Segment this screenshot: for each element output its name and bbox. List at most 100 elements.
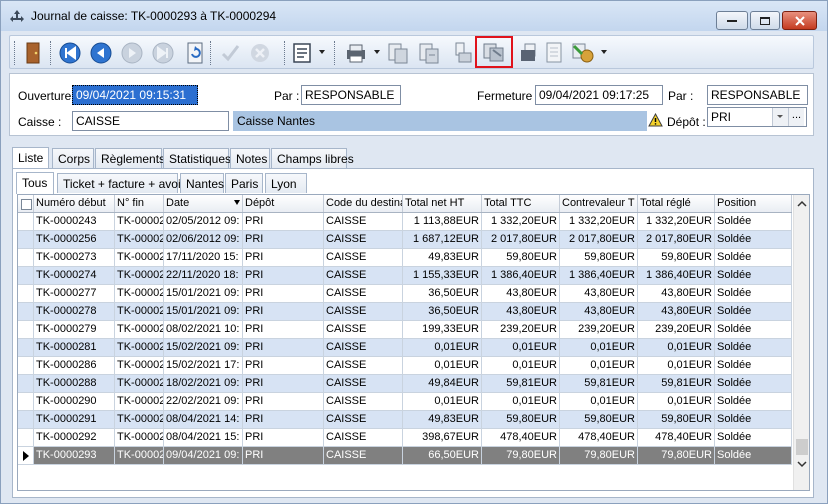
chevron-down-icon[interactable] bbox=[772, 108, 788, 126]
vertical-scrollbar[interactable] bbox=[793, 195, 810, 490]
table-row[interactable]: TK-0000278 TK-00002 15/01/2021 09: PRI CAISS… bbox=[18, 303, 792, 321]
column-header-code-destinataire[interactable]: Code du destina bbox=[324, 195, 403, 212]
maximize-button[interactable] bbox=[750, 11, 780, 30]
cell-total-regle: 59,80EUR bbox=[638, 249, 715, 266]
report-dropdown-arrow[interactable] bbox=[319, 50, 325, 54]
column-header-depot[interactable]: Dépôt bbox=[243, 195, 324, 212]
depot-combo[interactable]: PRI ... bbox=[707, 107, 807, 127]
row-header[interactable] bbox=[18, 267, 34, 284]
cell-total-ttc: 239,20EUR bbox=[482, 321, 560, 338]
row-header[interactable] bbox=[18, 411, 34, 428]
close-button[interactable] bbox=[782, 11, 817, 30]
previous-icon[interactable] bbox=[88, 40, 114, 66]
tab-nantes[interactable]: Nantes bbox=[180, 173, 224, 193]
table-row[interactable]: TK-0000243 TK-00002 02/05/2012 09: PRI CAISS… bbox=[18, 213, 792, 231]
row-header[interactable] bbox=[18, 375, 34, 392]
doc-chain-icon[interactable] bbox=[385, 40, 411, 66]
row-header[interactable] bbox=[18, 285, 34, 302]
cell-numero-debut: TK-0000281 bbox=[34, 339, 115, 356]
tab-reglements[interactable]: Règlements bbox=[95, 148, 165, 168]
depot-more-button[interactable]: ... bbox=[788, 108, 804, 126]
cell-numero-debut: TK-0000293 bbox=[34, 447, 115, 464]
ouverture-field[interactable]: 09/04/2021 09:15:31 bbox=[72, 85, 198, 105]
table-row[interactable]: TK-0000293 TK-00002 09/04/2021 09: PRI CAISS… bbox=[18, 447, 792, 465]
cell-code-destinataire: CAISSE bbox=[324, 267, 403, 284]
table-row[interactable]: TK-0000286 TK-00002 15/02/2021 17: PRI CAISS… bbox=[18, 357, 792, 375]
row-header[interactable] bbox=[18, 339, 34, 356]
column-header-total-ttc[interactable]: Total TTC bbox=[482, 195, 560, 212]
table-row[interactable]: TK-0000279 TK-00002 08/02/2021 10: PRI CAISS… bbox=[18, 321, 792, 339]
cancel-icon[interactable] bbox=[247, 40, 273, 66]
row-header[interactable] bbox=[18, 429, 34, 446]
cell-total-regle: 0,01EUR bbox=[638, 357, 715, 374]
copy-icon[interactable] bbox=[516, 40, 542, 66]
transfer-button[interactable] bbox=[475, 36, 513, 68]
tab-paris[interactable]: Paris bbox=[225, 173, 263, 193]
cell-total-net-ht: 49,84EUR bbox=[403, 375, 482, 392]
table-row[interactable]: TK-0000292 TK-00002 08/04/2021 15: PRI CAISS… bbox=[18, 429, 792, 447]
table-row[interactable]: TK-0000273 TK-00002 17/11/2020 15: PRI CAISS… bbox=[18, 249, 792, 267]
cell-numero-debut: TK-0000279 bbox=[34, 321, 115, 338]
doc-chain2-icon[interactable] bbox=[416, 40, 442, 66]
table-row[interactable]: TK-0000288 TK-00002 18/02/2021 09: PRI CAISS… bbox=[18, 375, 792, 393]
scroll-down-icon[interactable] bbox=[794, 457, 810, 471]
table-row[interactable]: TK-0000291 TK-00002 08/04/2021 14: PRI CAISS… bbox=[18, 411, 792, 429]
table-row[interactable]: TK-0000281 TK-00002 15/02/2021 09: PRI CAISS… bbox=[18, 339, 792, 357]
tab-notes[interactable]: Notes bbox=[230, 148, 270, 168]
cell-depot: PRI bbox=[243, 213, 324, 230]
column-header-numero-fin[interactable]: N° fin bbox=[115, 195, 164, 212]
minimize-button[interactable] bbox=[716, 11, 748, 30]
select-all-checkbox[interactable] bbox=[18, 195, 34, 212]
next-icon[interactable] bbox=[119, 40, 145, 66]
row-header[interactable] bbox=[18, 447, 34, 464]
tab-tous[interactable]: Tous bbox=[16, 172, 54, 194]
page-icon[interactable] bbox=[541, 40, 567, 66]
cell-date: 02/05/2012 09: bbox=[164, 213, 243, 230]
scrollbar-thumb[interactable] bbox=[796, 439, 808, 455]
table-row[interactable]: TK-0000290 TK-00002 22/02/2021 09: PRI CAISS… bbox=[18, 393, 792, 411]
tab-corps[interactable]: Corps bbox=[52, 148, 94, 168]
column-header-numero-debut[interactable]: Numéro début bbox=[34, 195, 115, 212]
scroll-up-icon[interactable] bbox=[794, 197, 810, 211]
column-header-total-net-ht[interactable]: Total net HT bbox=[403, 195, 482, 212]
export-dropdown-arrow[interactable] bbox=[601, 50, 607, 54]
row-header[interactable] bbox=[18, 357, 34, 374]
row-header[interactable] bbox=[18, 213, 34, 230]
caisse-code-field[interactable]: CAISSE bbox=[72, 111, 229, 131]
column-header-position[interactable]: Position bbox=[715, 195, 792, 212]
cell-total-ttc: 59,81EUR bbox=[482, 375, 560, 392]
table-row[interactable]: TK-0000277 TK-00002 15/01/2021 09: PRI CAISS… bbox=[18, 285, 792, 303]
row-header[interactable] bbox=[18, 321, 34, 338]
tab-statistiques[interactable]: Statistiques bbox=[163, 148, 231, 168]
row-header[interactable] bbox=[18, 249, 34, 266]
door-icon[interactable] bbox=[20, 40, 46, 66]
column-header-contrevaleur[interactable]: Contrevaleur T bbox=[560, 195, 638, 212]
pos-icon[interactable] bbox=[450, 40, 476, 66]
cell-numero-fin: TK-00002 bbox=[115, 267, 164, 284]
print-dropdown-arrow[interactable] bbox=[374, 50, 380, 54]
tab-liste[interactable]: Liste bbox=[12, 147, 49, 169]
ouverture-par-field[interactable]: RESPONSABLE bbox=[301, 85, 401, 105]
table-row[interactable]: TK-0000256 TK-00002 02/06/2012 09: PRI CAISS… bbox=[18, 231, 792, 249]
row-header[interactable] bbox=[18, 231, 34, 248]
fermeture-field[interactable]: 09/04/2021 09:17:25 bbox=[535, 85, 663, 105]
report-icon[interactable] bbox=[290, 40, 316, 66]
column-header-date[interactable]: Date bbox=[164, 195, 243, 212]
last-icon[interactable] bbox=[150, 40, 176, 66]
row-header[interactable] bbox=[18, 393, 34, 410]
export-icon[interactable] bbox=[570, 40, 596, 66]
print-icon[interactable] bbox=[343, 40, 369, 66]
tab-lyon[interactable]: Lyon bbox=[265, 173, 307, 193]
column-header-total-regle[interactable]: Total réglé bbox=[638, 195, 715, 212]
refresh-icon[interactable] bbox=[182, 40, 208, 66]
fermeture-par-field[interactable]: RESPONSABLE bbox=[707, 85, 808, 105]
cell-numero-fin: TK-00002 bbox=[115, 231, 164, 248]
depot-value: PRI bbox=[711, 110, 732, 124]
table-row[interactable]: TK-0000274 TK-00002 22/11/2020 18: PRI CAISS… bbox=[18, 267, 792, 285]
first-icon[interactable] bbox=[57, 40, 83, 66]
validate-icon[interactable] bbox=[217, 40, 243, 66]
tab-ticket-facture-avoir[interactable]: Ticket + facture + avoir bbox=[57, 173, 185, 193]
cell-total-regle: 1 332,20EUR bbox=[638, 213, 715, 230]
row-header[interactable] bbox=[18, 303, 34, 320]
tab-champs-libres[interactable]: Champs libres bbox=[271, 148, 354, 168]
